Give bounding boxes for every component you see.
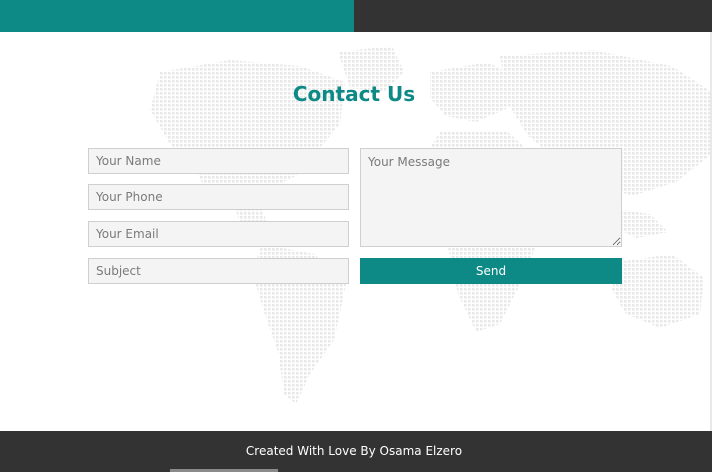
send-button[interactable]: Send	[360, 258, 622, 284]
message-textarea[interactable]	[360, 148, 622, 247]
subject-input[interactable]	[88, 258, 349, 284]
contact-section: Contact Us Send	[0, 32, 712, 431]
name-input[interactable]	[88, 148, 349, 174]
page-title: Contact Us	[292, 82, 416, 106]
top-bar	[0, 0, 712, 32]
top-bar-accent	[0, 0, 354, 32]
email-input[interactable]	[88, 221, 349, 247]
footer-text: Created With Love By Osama Elzero	[245, 444, 463, 458]
top-bar-dark	[354, 0, 712, 32]
phone-input[interactable]	[88, 184, 349, 210]
page: Contact Us Send Created With Love By Osa…	[0, 0, 712, 472]
footer: Created With Love By Osama Elzero	[0, 431, 712, 472]
